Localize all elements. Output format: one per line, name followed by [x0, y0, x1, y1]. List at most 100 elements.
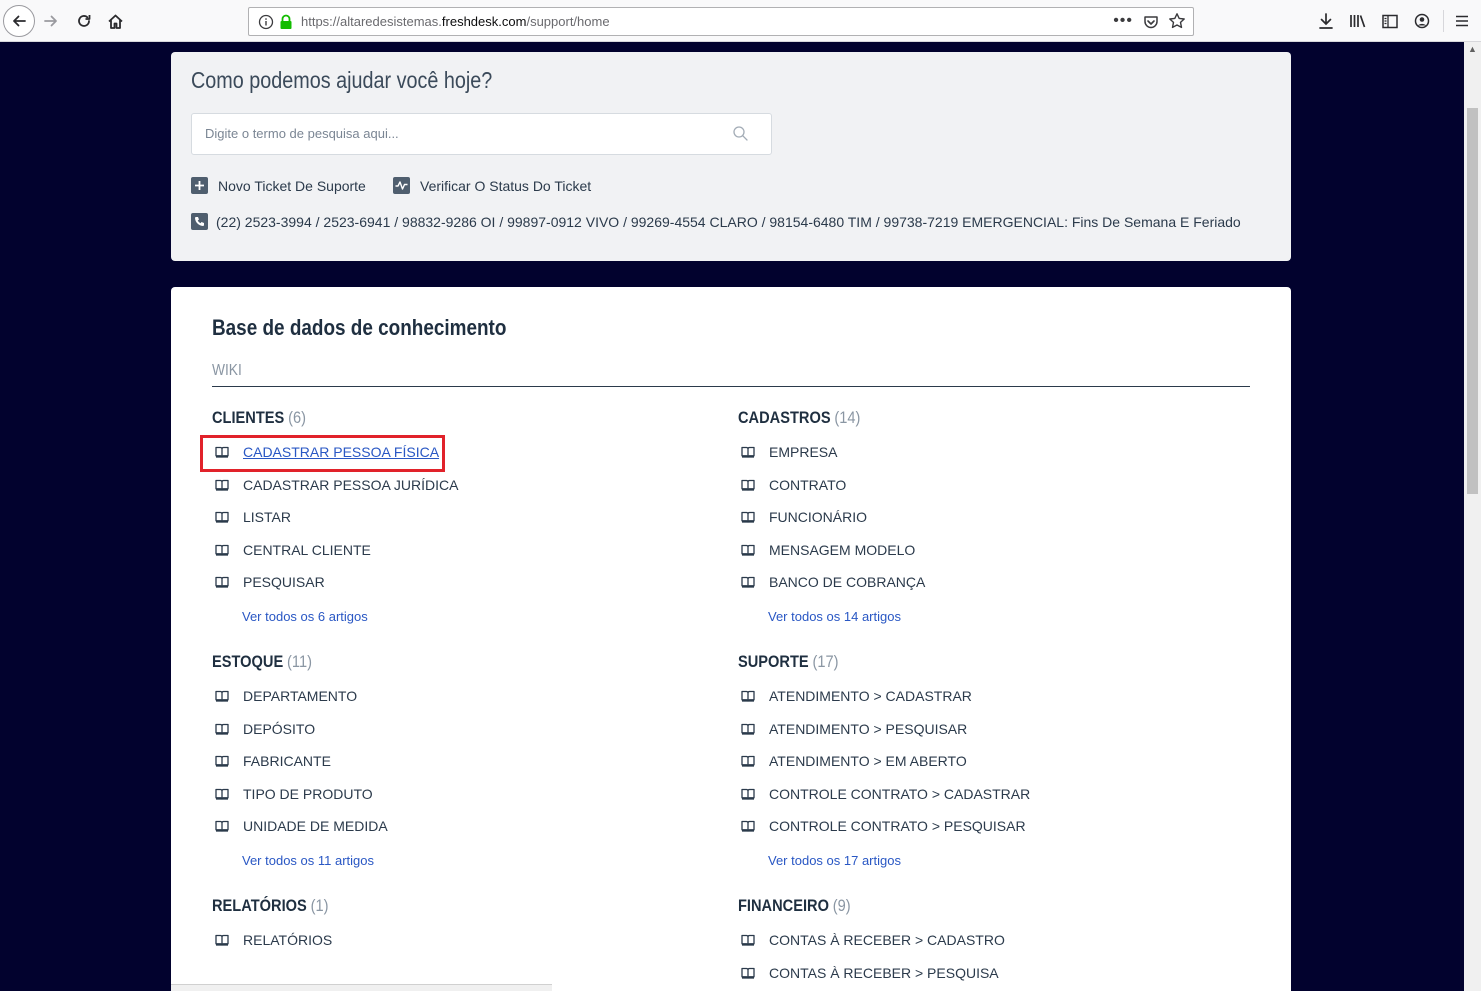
kb-article-title: UNIDADE DE MEDIDA	[243, 818, 388, 834]
search-icon[interactable]	[732, 125, 749, 142]
new-ticket-label: Novo Ticket De Suporte	[218, 177, 366, 194]
bookmark-star-icon[interactable]	[1168, 12, 1186, 30]
kb-article-title: DEPÓSITO	[243, 720, 316, 737]
account-button[interactable]	[1412, 10, 1432, 32]
pocket-icon[interactable]	[1143, 14, 1159, 30]
kb-article-link[interactable]: CADASTRAR PESSOA FÍSICA	[200, 435, 445, 472]
kb-article-title: ATENDIMENTO > EM ABERTO	[769, 753, 967, 769]
book-icon	[212, 934, 243, 946]
lock-icon[interactable]	[279, 14, 293, 30]
home-icon	[107, 14, 123, 29]
kb-article-link[interactable]: FUNCIONÁRIO	[738, 509, 867, 525]
kb-article-link[interactable]: EMPRESA	[738, 444, 837, 460]
library-button[interactable]	[1348, 10, 1368, 32]
kb-category-heading[interactable]: CLIENTES (6)	[212, 408, 306, 428]
kb-category-name[interactable]: CLIENTES	[212, 408, 284, 427]
book-icon	[738, 576, 769, 588]
home-button[interactable]	[100, 6, 130, 36]
kb-category-name[interactable]: SUPORTE	[738, 652, 809, 671]
kb-category-heading[interactable]: ESTOQUE (11)	[212, 652, 312, 672]
kb-article-title: FABRICANTE	[243, 753, 331, 769]
horizontal-scrollbar[interactable]	[171, 984, 552, 991]
book-icon	[738, 723, 769, 735]
kb-article-link[interactable]: CONTROLE CONTRATO > PESQUISAR	[738, 818, 1026, 834]
browser-toolbar: https://altaredesistemas.freshdesk.com/s…	[0, 0, 1481, 42]
kb-category-heading[interactable]: FINANCEIRO (9)	[738, 896, 851, 916]
kb-article-title: CADASTRAR PESSOA FÍSICA	[243, 444, 440, 460]
kb-category-name[interactable]: RELATÓRIOS	[212, 896, 307, 915]
book-icon	[738, 511, 769, 523]
kb-article-link[interactable]: PESQUISAR	[212, 574, 325, 590]
kb-article-link[interactable]: CONTROLE CONTRATO > CADASTRAR	[738, 786, 1030, 802]
reload-button[interactable]	[69, 6, 99, 36]
kb-article-link[interactable]: DEPARTAMENTO	[212, 688, 357, 704]
kb-category-heading[interactable]: RELATÓRIOS (1)	[212, 896, 328, 916]
kb-article-link[interactable]: CADASTRAR PESSOA JURÍDICA	[212, 477, 459, 493]
see-all-articles-link[interactable]: Ver todos os 11 artigos	[242, 853, 374, 868]
kb-article-title: PESQUISAR	[243, 574, 325, 590]
book-icon	[738, 446, 769, 458]
page-scrollbar[interactable]: ▲	[1464, 42, 1481, 991]
contact-phones: (22) 2523-3994 / 2523-6941 / 98832-9286 …	[191, 213, 1241, 230]
kb-category-name[interactable]: CADASTROS	[738, 408, 831, 427]
page-actions-icon[interactable]: •••	[1113, 12, 1133, 30]
check-ticket-status-link[interactable]: Verificar O Status Do Ticket	[393, 177, 591, 194]
kb-article-link[interactable]: LISTAR	[212, 509, 291, 525]
kb-category-name[interactable]: FINANCEIRO	[738, 896, 829, 915]
kb-article-link[interactable]: CONTRATO	[738, 477, 846, 493]
search-box[interactable]	[191, 113, 772, 155]
kb-category-count: (17)	[812, 652, 839, 671]
downloads-button[interactable]	[1316, 10, 1336, 32]
kb-article-link[interactable]: CONTAS À RECEBER > PESQUISA	[738, 965, 999, 981]
kb-article-title: RELATÓRIOS	[243, 932, 333, 948]
kb-article-link[interactable]: DEPÓSITO	[212, 721, 315, 737]
kb-category-count: (6)	[288, 408, 306, 427]
kb-section-title: WIKI	[212, 362, 242, 379]
sidebar-icon	[1382, 14, 1398, 28]
kb-article-link[interactable]: RELATÓRIOS	[212, 932, 332, 948]
check-status-label: Verificar O Status Do Ticket	[420, 177, 592, 194]
forward-button[interactable]	[36, 6, 66, 36]
url-bar[interactable]: https://altaredesistemas.freshdesk.com/s…	[248, 7, 1194, 36]
kb-article-link[interactable]: ATENDIMENTO > EM ABERTO	[738, 753, 967, 769]
kb-article-title: BANCO DE COBRANÇA	[769, 574, 926, 590]
account-icon	[1414, 13, 1430, 29]
book-icon	[738, 934, 769, 946]
help-heading: Como podemos ajudar você hoje?	[191, 67, 493, 93]
book-icon	[738, 479, 769, 491]
kb-article-title: EMPRESA	[769, 444, 838, 460]
kb-category-count: (1)	[310, 896, 329, 915]
kb-article-title: FUNCIONÁRIO	[769, 509, 867, 525]
kb-category-name[interactable]: ESTOQUE	[212, 652, 283, 671]
kb-category-heading[interactable]: CADASTROS (14)	[738, 408, 860, 428]
kb-article-link[interactable]: ATENDIMENTO > CADASTRAR	[738, 688, 972, 704]
back-button[interactable]	[3, 5, 35, 37]
see-all-articles-link[interactable]: Ver todos os 14 artigos	[768, 609, 901, 624]
kb-article-link[interactable]: BANCO DE COBRANÇA	[738, 574, 925, 590]
kb-category-heading[interactable]: SUPORTE (17)	[738, 652, 839, 672]
see-all-articles-link[interactable]: Ver todos os 17 artigos	[768, 853, 901, 868]
kb-article-link[interactable]: UNIDADE DE MEDIDA	[212, 818, 388, 834]
book-icon	[212, 755, 243, 767]
kb-article-link[interactable]: CONTAS À RECEBER > CADASTRO	[738, 932, 1005, 948]
kb-article-link[interactable]: FABRICANTE	[212, 753, 331, 769]
new-ticket-link[interactable]: Novo Ticket De Suporte	[191, 177, 366, 194]
see-all-articles-link[interactable]: Ver todos os 6 artigos	[242, 609, 368, 624]
kb-article-title: CENTRAL CLIENTE	[243, 541, 371, 558]
book-icon	[738, 690, 769, 702]
kb-article-link[interactable]: CENTRAL CLIENTE	[212, 542, 371, 558]
sidebar-toggle-button[interactable]	[1380, 10, 1400, 32]
menu-button[interactable]	[1452, 10, 1472, 32]
plus-icon	[191, 177, 208, 194]
kb-article-link[interactable]: MENSAGEM MODELO	[738, 542, 915, 558]
kb-article-title: CONTROLE CONTRATO > CADASTRAR	[769, 785, 1031, 802]
kb-article-link[interactable]: ATENDIMENTO > PESQUISAR	[738, 721, 967, 737]
phone-icon	[191, 213, 208, 230]
kb-article-link[interactable]: TIPO DE PRODUTO	[212, 786, 373, 802]
info-icon[interactable]	[258, 14, 274, 30]
book-icon	[738, 820, 769, 832]
scroll-thumb[interactable]	[1467, 108, 1478, 494]
scroll-up-arrow-icon[interactable]: ▲	[1468, 44, 1477, 54]
search-input[interactable]	[205, 126, 705, 141]
url-text[interactable]: https://altaredesistemas.freshdesk.com/s…	[301, 14, 610, 29]
